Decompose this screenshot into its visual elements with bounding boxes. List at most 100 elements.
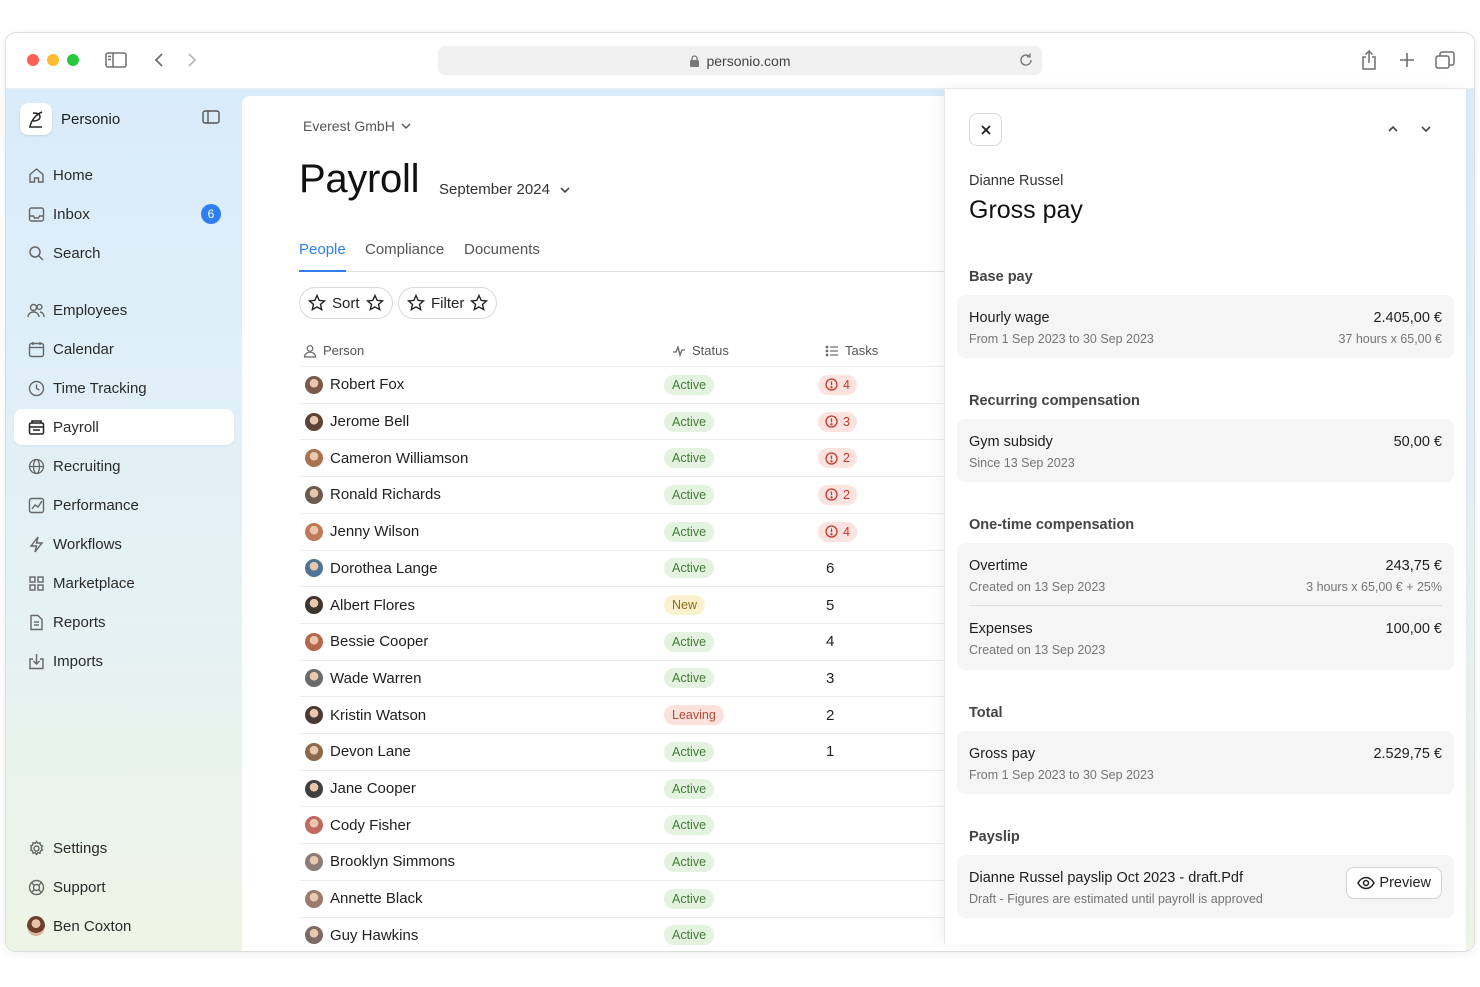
tab-people[interactable]: People (299, 241, 346, 272)
table-row[interactable]: Cody Fisher Active (300, 806, 960, 843)
person-name[interactable]: Bessie Cooper (330, 633, 428, 650)
collapse-sidebar-icon[interactable] (202, 109, 220, 125)
table-row[interactable]: Jane Cooper Active (300, 769, 960, 807)
payslip-card: Dianne Russel payslip Oct 2023 - draft.P… (957, 855, 1454, 918)
tab-compliance[interactable]: Compliance (365, 241, 444, 271)
table-row[interactable]: Bessie Cooper Active 4 (300, 622, 960, 660)
table-row[interactable]: Devon Lane Active 1 (300, 733, 960, 770)
close-window-button[interactable] (27, 54, 39, 66)
table-row[interactable]: Brooklyn Simmons Active (300, 843, 960, 880)
pay-line-calc: 37 hours x 65,00 € (1338, 332, 1442, 346)
task-count: 4 (843, 377, 850, 392)
sidebar-item-label: Marketplace (53, 574, 135, 592)
person-name[interactable]: Cody Fisher (330, 817, 411, 834)
recurring-card[interactable]: Gym subsidy Since 13 Sep 2023 50,00 € (957, 419, 1454, 482)
back-icon[interactable] (146, 47, 172, 73)
sidebar-item-payroll[interactable]: Payroll (14, 409, 234, 445)
person-name[interactable]: Jerome Bell (330, 413, 409, 430)
period-selector[interactable]: September 2024 (439, 181, 571, 198)
person-name[interactable]: Annette Black (330, 890, 423, 907)
pay-line-amount: 100,00 € (1385, 621, 1442, 637)
sort-button[interactable]: Sort (299, 287, 393, 319)
table-row[interactable]: Annette Black Active (300, 879, 960, 917)
sidebar-item-support[interactable]: Support (14, 869, 234, 905)
company-switcher[interactable]: Everest GmbH (303, 118, 412, 134)
share-icon[interactable] (1356, 47, 1382, 73)
pay-line-detail: From 1 Sep 2023 to 30 Sep 2023 (969, 332, 1154, 346)
person-name[interactable]: Guy Hawkins (330, 927, 418, 944)
table-row[interactable]: Kristin Watson Leaving 2 (300, 696, 960, 733)
table-row[interactable]: Wade Warren Active 3 (300, 659, 960, 697)
avatar (305, 522, 323, 541)
column-header-person[interactable]: Person (303, 343, 364, 358)
sidebar-item-employees[interactable]: Employees (14, 292, 234, 328)
sidebar-item-settings[interactable]: Settings (14, 830, 234, 866)
table-row[interactable]: Jerome Bell Active 3 (300, 402, 960, 440)
minimize-window-button[interactable] (47, 54, 59, 66)
sidebar-item-calendar[interactable]: Calendar (14, 331, 234, 367)
person-name[interactable]: Robert Fox (330, 376, 404, 393)
sidebar-item-recruiting[interactable]: Recruiting (14, 448, 234, 484)
status-badge: Active (664, 631, 715, 652)
person-name[interactable]: Devon Lane (330, 743, 411, 760)
person-name[interactable]: Cameron Williamson (330, 450, 468, 467)
table-row[interactable]: Ronald Richards Active 2 (300, 476, 960, 513)
column-header-status[interactable]: Status (672, 343, 729, 358)
task-count: 2 (826, 706, 835, 724)
task-warning-badge[interactable]: 2 (818, 484, 857, 505)
close-panel-button[interactable] (969, 113, 1002, 146)
chevron-down-icon[interactable] (1419, 122, 1433, 136)
tab-overview-icon[interactable] (1432, 47, 1458, 73)
person-name[interactable]: Wade Warren (330, 670, 421, 687)
sidebar-item-workflows[interactable]: Workflows (14, 526, 234, 562)
report-icon (27, 613, 45, 631)
person-name[interactable]: Albert Flores (330, 597, 415, 614)
table-row[interactable]: Guy Hawkins Active (300, 916, 960, 952)
sidebar-toggle-icon[interactable] (103, 47, 129, 73)
table-row[interactable]: Cameron Williamson Active 2 (300, 439, 960, 476)
inbox-count-badge: 6 (201, 204, 221, 224)
task-warning-badge[interactable]: 4 (818, 374, 857, 395)
table-row[interactable]: Dorothea Lange Active 6 (300, 549, 960, 587)
total-card[interactable]: Gross pay From 1 Sep 2023 to 30 Sep 2023… (957, 731, 1454, 794)
filter-button[interactable]: Filter (398, 287, 498, 319)
sidebar-item-profile[interactable]: Ben Coxton (14, 908, 234, 944)
users-icon (27, 301, 45, 319)
one-time-card[interactable]: Overtime Created on 13 Sep 2023 243,75 €… (957, 543, 1454, 670)
sidebar-item-imports[interactable]: Imports (14, 643, 234, 679)
sidebar-item-time-tracking[interactable]: Time Tracking (14, 370, 234, 406)
person-name[interactable]: Dorothea Lange (330, 560, 438, 577)
reload-icon[interactable] (1018, 52, 1034, 68)
address-bar[interactable]: personio.com (438, 46, 1042, 75)
task-warning-badge[interactable]: 4 (818, 521, 857, 542)
person-name[interactable]: Brooklyn Simmons (330, 853, 455, 870)
task-warning-badge[interactable]: 2 (818, 448, 857, 469)
table-row[interactable]: Albert Flores New 5 (300, 586, 960, 623)
person-name[interactable]: Kristin Watson (330, 707, 426, 724)
preview-button[interactable]: Preview (1346, 867, 1442, 899)
sidebar-item-inbox[interactable]: Inbox 6 (14, 196, 234, 232)
sidebar-item-search[interactable]: Search (14, 235, 234, 271)
sidebar-item-performance[interactable]: Performance (14, 487, 234, 523)
chevron-up-icon[interactable] (1386, 122, 1400, 136)
person-name[interactable]: Ronald Richards (330, 486, 441, 503)
sidebar-item-home[interactable]: Home (14, 157, 234, 193)
base-pay-card[interactable]: Hourly wage From 1 Sep 2023 to 30 Sep 20… (957, 295, 1454, 358)
person-icon (303, 344, 317, 358)
task-warning-badge[interactable]: 3 (818, 411, 857, 432)
section-title: Payslip (969, 829, 1020, 845)
tab-documents[interactable]: Documents (464, 241, 540, 271)
sidebar-item-marketplace[interactable]: Marketplace (14, 565, 234, 601)
table-row[interactable]: Robert Fox Active 4 (300, 366, 960, 403)
zoom-window-button[interactable] (67, 54, 79, 66)
person-name[interactable]: Jane Cooper (330, 780, 416, 797)
pay-line-detail: Created on 13 Sep 2023 (969, 643, 1106, 657)
table-row[interactable]: Jenny Wilson Active 4 (300, 512, 960, 550)
person-name[interactable]: Jenny Wilson (330, 523, 419, 540)
column-header-tasks[interactable]: Tasks (825, 343, 878, 358)
new-tab-icon[interactable] (1394, 47, 1420, 73)
sidebar-item-reports[interactable]: Reports (14, 604, 234, 640)
brand[interactable]: Personio (20, 103, 120, 135)
period-label: September 2024 (439, 181, 550, 198)
forward-icon[interactable] (179, 47, 205, 73)
